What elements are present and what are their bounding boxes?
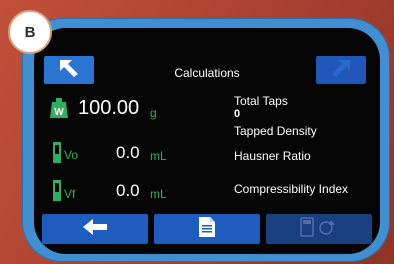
vf-value: 0.0: [116, 181, 140, 200]
compressibility-index-label: Compressibility Index: [234, 182, 349, 196]
top-right-button[interactable]: [316, 56, 366, 84]
back-button[interactable]: [42, 214, 148, 244]
vo-label: Vo: [64, 148, 79, 162]
arrow-left-icon: [83, 218, 107, 240]
document-icon: [199, 216, 215, 242]
vf-label: Vf: [64, 187, 76, 201]
bottom-toolbar: [42, 214, 372, 244]
weight-icon-letter: W: [54, 107, 64, 118]
cylinder-icon: [52, 142, 62, 169]
vf-unit: mL: [150, 187, 167, 201]
arrow-up-right-icon: [330, 58, 352, 83]
tapped-density-label: Tapped Density: [234, 124, 317, 138]
total-taps-value: 0: [234, 108, 241, 120]
report-button[interactable]: [154, 214, 260, 244]
weight-unit: g: [150, 106, 157, 120]
hausner-ratio-label: Hausner Ratio: [234, 149, 311, 163]
vo-value: 0.0: [116, 143, 140, 162]
calculator-refresh-icon: [299, 216, 339, 242]
total-taps-label: Total Taps: [234, 94, 288, 108]
section-badge: B: [8, 10, 52, 54]
weight-icon: W: [50, 98, 68, 123]
vo-unit: mL: [150, 149, 167, 163]
badge-label: B: [24, 23, 36, 41]
cylinder-icon: [52, 180, 62, 207]
calculate-refresh-button[interactable]: [266, 214, 372, 244]
device-screen: Calculations W 100.00 g Vo 0.0 mL Vf 0.0…: [34, 28, 380, 254]
weight-value: 100.00: [78, 97, 140, 119]
